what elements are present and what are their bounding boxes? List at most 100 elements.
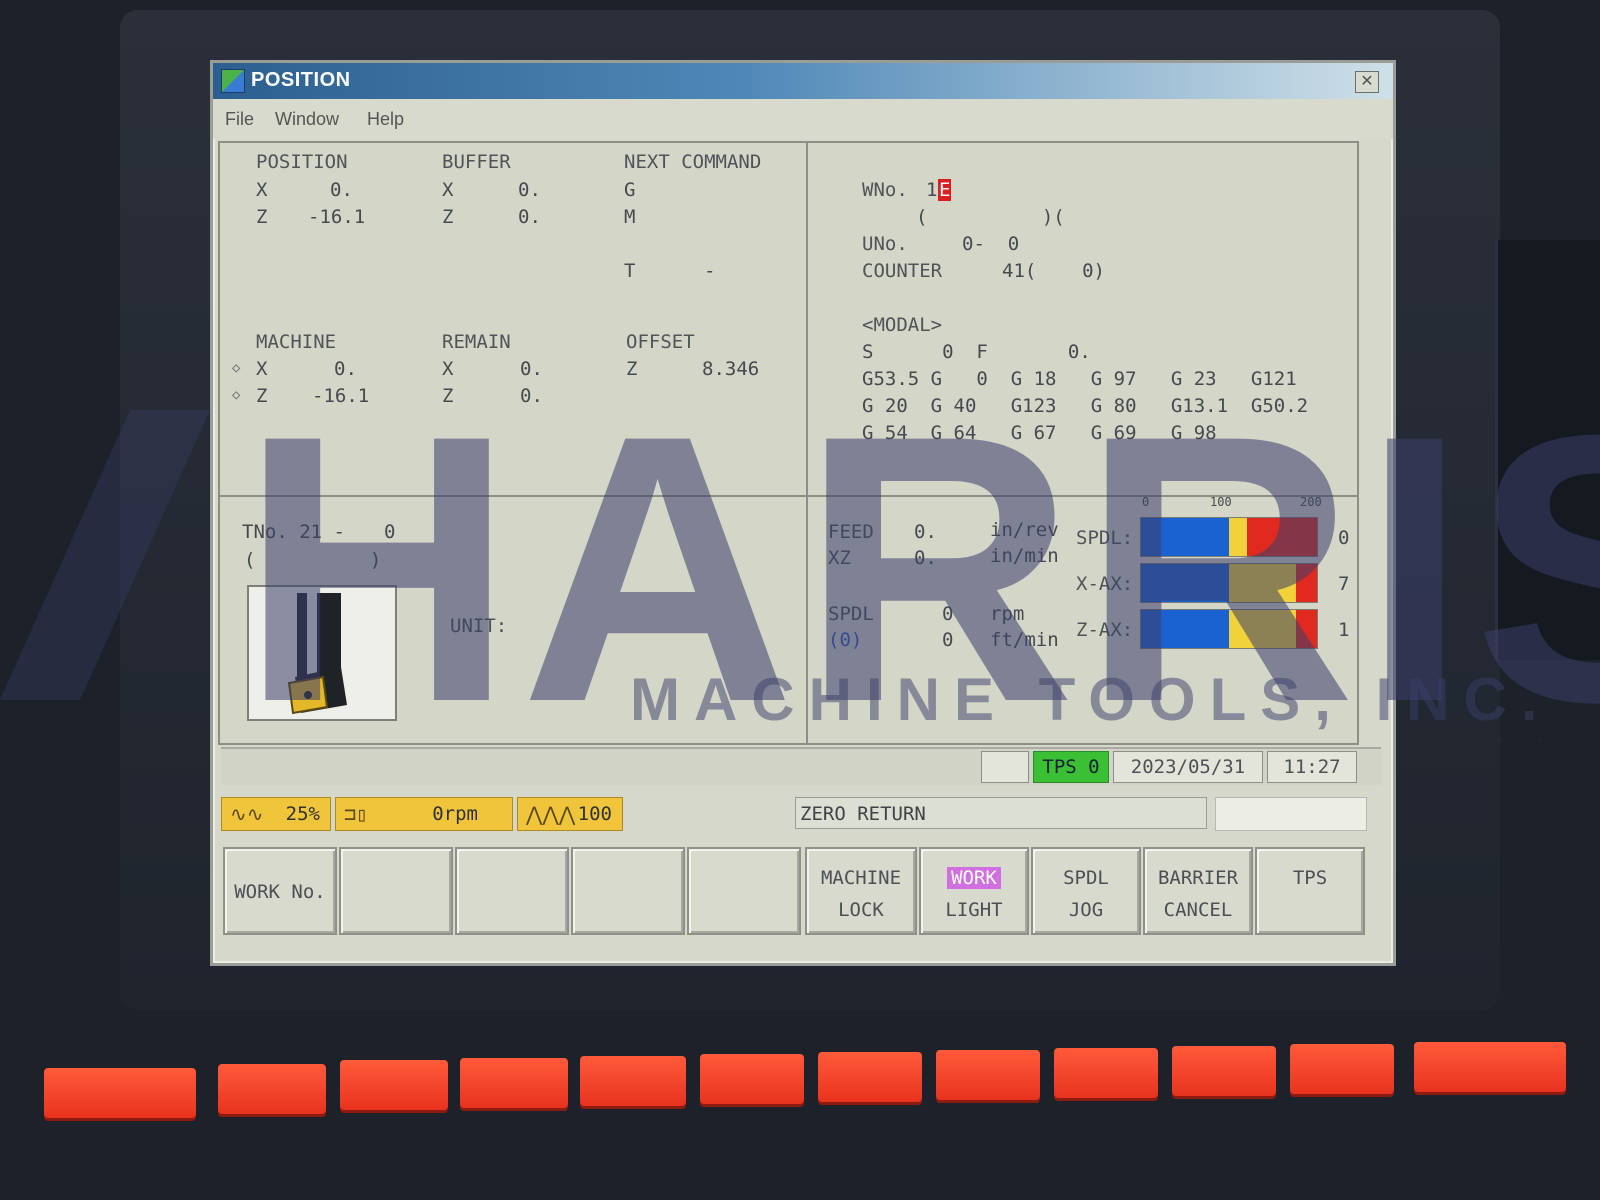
physical-key-6[interactable]: [818, 1052, 922, 1102]
physical-key-2[interactable]: [340, 1060, 448, 1110]
meter-scale-200: 200: [1300, 495, 1322, 509]
status-time: 11:27: [1267, 751, 1357, 783]
status-date: 2023/05/31: [1113, 751, 1263, 783]
buffer-z-value: 0.: [518, 206, 541, 228]
physical-key-5[interactable]: [700, 1054, 804, 1104]
x-load-blue: [1141, 564, 1229, 602]
z-meter-label: Z-AX:: [1076, 619, 1134, 641]
physical-key-1[interactable]: [218, 1064, 326, 1114]
physical-key-3[interactable]: [460, 1058, 568, 1108]
zigzag-icon: ⋀⋀⋀: [526, 802, 576, 826]
softkey-work-no-label: WORK No.: [234, 881, 326, 903]
buffer-header: BUFFER: [442, 151, 511, 173]
spdl-label: SPDL: [828, 603, 874, 625]
meter-scale-100: 100: [1210, 495, 1232, 509]
softkey-machine-lock[interactable]: MACHINE LOCK: [805, 847, 917, 935]
wno-value: 1: [926, 179, 938, 201]
machine-x-value: 0.: [334, 358, 357, 380]
softkey-work-no[interactable]: WORK No.: [223, 847, 337, 935]
machine-z-value: -16.1: [312, 385, 370, 407]
spindle-indicator: ⊐▯ 0rpm: [335, 797, 513, 831]
wno-label: WNo.: [862, 179, 908, 201]
position-x-value: 0.: [330, 179, 353, 201]
buffer-x-axis: X: [442, 179, 454, 201]
physical-key-4[interactable]: [580, 1056, 686, 1106]
z-load-yellow: [1229, 610, 1296, 648]
menu-file[interactable]: File: [225, 109, 254, 130]
remain-header: REMAIN: [442, 331, 511, 353]
spdl-sub-unit: ft/min: [990, 629, 1059, 651]
spdl-meter-label: SPDL:: [1076, 527, 1134, 549]
spdl-load-yellow: [1229, 518, 1247, 556]
uno-value: 0- 0: [962, 233, 1020, 255]
softkey-blank-2[interactable]: [455, 847, 569, 935]
physical-key-7[interactable]: [936, 1050, 1040, 1100]
modal-row-3: G 54 G 64 G 67 G 69 G 98: [862, 422, 1217, 444]
buffer-z-axis: Z: [442, 206, 454, 228]
position-z-axis: Z: [256, 206, 268, 228]
physical-key-prev[interactable]: [44, 1068, 196, 1118]
unit-label: UNIT:: [450, 615, 508, 637]
x-meter-label: X-AX:: [1076, 573, 1134, 595]
physical-key-9[interactable]: [1172, 1046, 1276, 1096]
rapid-override-indicator: ∿∿ 25%: [221, 797, 331, 831]
status-empty-box: [981, 751, 1029, 783]
xz-label: XZ: [828, 547, 851, 569]
x-meter-value: 7: [1338, 573, 1350, 595]
message-box: ZERO RETURN: [795, 797, 1207, 829]
machine-header: MACHINE: [256, 331, 337, 353]
x-load-red: [1296, 564, 1317, 602]
physical-key-10[interactable]: [1290, 1044, 1394, 1094]
physical-softkey-row: [0, 1040, 1600, 1130]
offset-axis: Z: [626, 358, 638, 380]
tps-status: TPS 0: [1033, 751, 1109, 783]
physical-key-8[interactable]: [1054, 1048, 1158, 1098]
machine-x-marker: ◇: [232, 360, 241, 376]
softkey-barrier-cancel[interactable]: BARRIER CANCEL: [1143, 847, 1253, 935]
modal-header: <MODAL>: [862, 314, 943, 336]
z-load-blue: [1141, 610, 1229, 648]
softkey-tps[interactable]: TPS: [1255, 847, 1365, 935]
softkey-barrier-cancel-l1: BARRIER: [1157, 867, 1239, 889]
wave-icon: ∿∿: [230, 802, 264, 826]
xz-unit: in/min: [990, 545, 1059, 567]
softkey-spdl-jog-l1: SPDL: [1063, 867, 1109, 889]
override-indicators: ∿∿ 25% ⊐▯ 0rpm ⋀⋀⋀ 100 ZERO RETURN: [221, 797, 1381, 841]
menu-window[interactable]: Window: [275, 109, 339, 130]
softkey-work-light[interactable]: WORK LIGHT: [919, 847, 1029, 935]
spdl-sub-value: 0: [942, 629, 954, 651]
counter-label: COUNTER: [862, 260, 943, 282]
softkey-spdl-jog[interactable]: SPDL JOG: [1031, 847, 1141, 935]
window-title: POSITION: [251, 69, 351, 91]
remain-x-value: 0.: [520, 358, 543, 380]
turning-tool-icon: [247, 585, 397, 721]
feed-override-value: 100: [577, 803, 612, 825]
wno-paren: ( )(: [916, 206, 1065, 228]
close-button[interactable]: ✕: [1355, 71, 1379, 93]
menu-bar: File Window Help: [213, 99, 1393, 139]
z-axis-load-bar: [1140, 609, 1318, 649]
status-bar: TPS 0 2023/05/31 11:27: [221, 747, 1381, 785]
feed-label: FEED: [828, 521, 874, 543]
softkey-blank-4[interactable]: [687, 847, 801, 935]
next-command-t: T: [624, 260, 636, 282]
softkey-work-light-l2: LIGHT: [945, 899, 1003, 921]
next-command-t-value: -: [704, 260, 716, 282]
softkey-tps-l1: TPS: [1292, 867, 1328, 889]
spindle-value: 0rpm: [432, 803, 478, 825]
title-bar: POSITION ✕: [213, 63, 1393, 99]
message-box-secondary: [1215, 797, 1367, 831]
softkey-barrier-cancel-l2: CANCEL: [1163, 899, 1233, 921]
wno-cursor[interactable]: E: [938, 179, 952, 201]
spdl-load-red: [1247, 518, 1317, 556]
softkey-blank-3[interactable]: [571, 847, 685, 935]
softkey-blank-1[interactable]: [339, 847, 453, 935]
machine-z-axis: Z: [256, 385, 268, 407]
offset-value: 8.346: [702, 358, 760, 380]
remain-z-value: 0.: [520, 385, 543, 407]
next-command-header: NEXT COMMAND: [624, 151, 762, 173]
physical-key-next[interactable]: [1414, 1042, 1566, 1092]
xz-value: 0.: [914, 547, 937, 569]
menu-help[interactable]: Help: [367, 109, 404, 130]
next-command-m: M: [624, 206, 636, 228]
